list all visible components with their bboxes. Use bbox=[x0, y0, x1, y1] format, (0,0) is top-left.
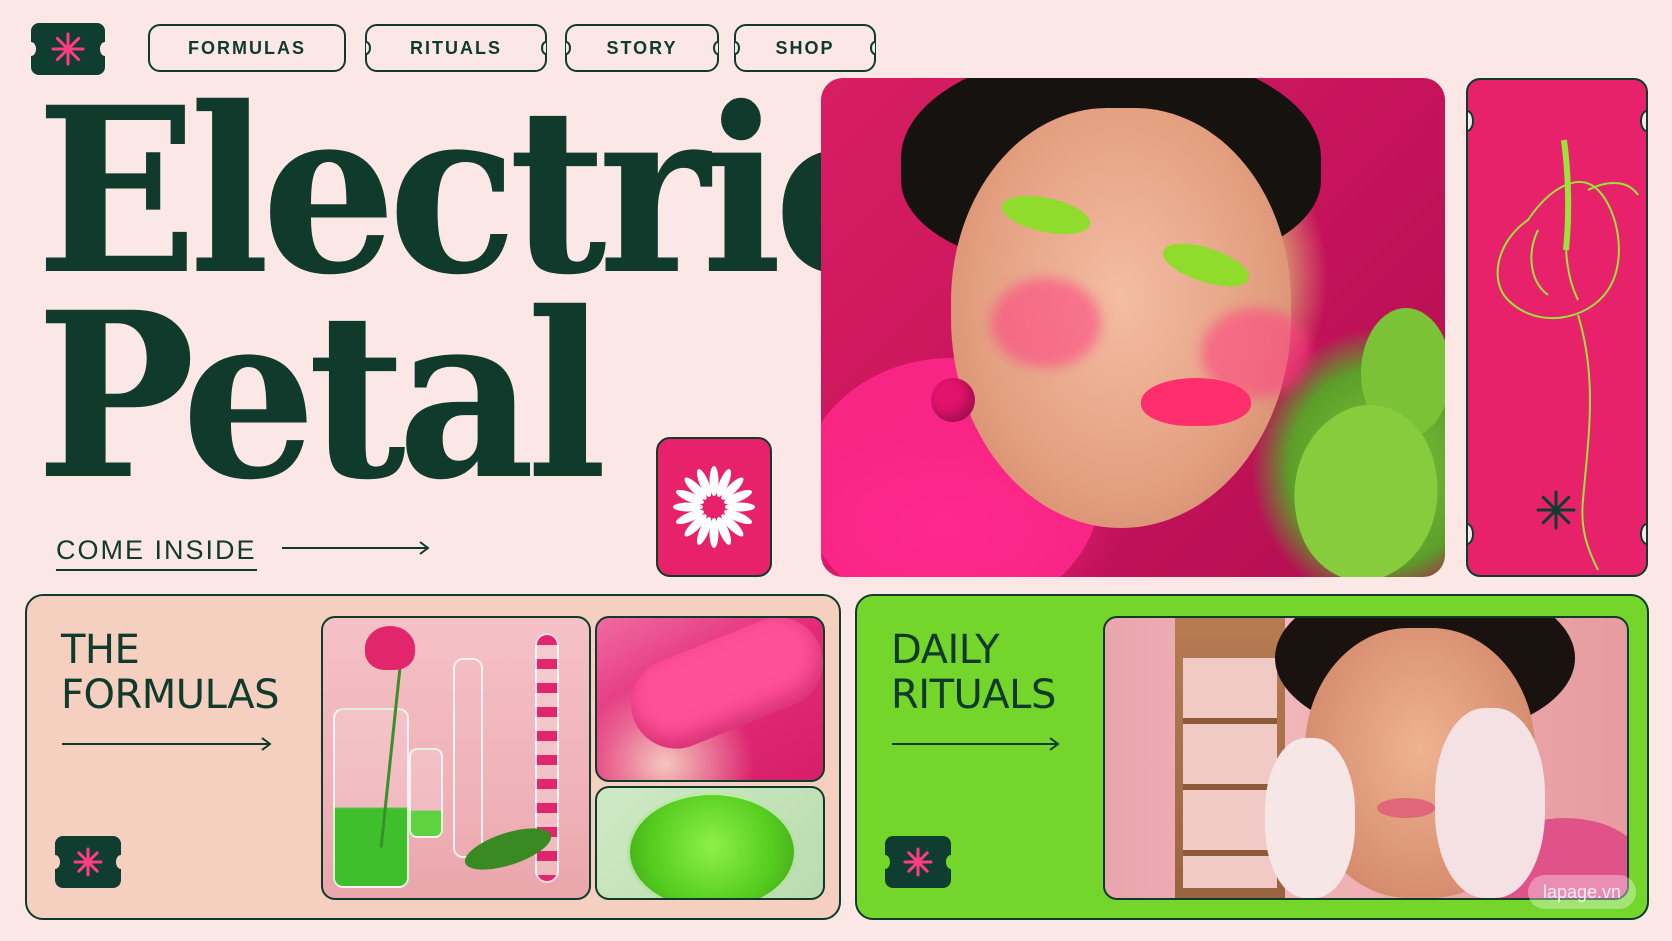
anthurium-ticket bbox=[1466, 78, 1648, 577]
rituals-badge bbox=[880, 836, 956, 888]
watermark: lapage.vn bbox=[1528, 875, 1636, 909]
arrow-right-icon[interactable] bbox=[892, 736, 1062, 752]
hero-portrait-image bbox=[821, 78, 1445, 577]
pink-balm-swatch-image bbox=[595, 616, 825, 782]
arrow-right-icon[interactable] bbox=[62, 736, 274, 752]
come-inside-link[interactable]: COME INSIDE bbox=[56, 535, 257, 571]
lab-glassware-image bbox=[321, 616, 591, 900]
face-washing-image bbox=[1103, 616, 1629, 900]
rituals-card-title: DAILY RITUALS bbox=[891, 627, 1056, 718]
flower-badge bbox=[656, 437, 772, 577]
asterisk-icon bbox=[1536, 490, 1576, 530]
asterisk-icon bbox=[73, 847, 103, 877]
asterisk-icon bbox=[903, 847, 933, 877]
formulas-card[interactable]: THE FORMULAS bbox=[25, 594, 841, 920]
green-gel-dish-image bbox=[595, 786, 825, 900]
flower-burst-icon bbox=[673, 466, 755, 548]
rituals-card[interactable]: DAILY RITUALS bbox=[855, 594, 1649, 920]
formulas-badge bbox=[50, 836, 126, 888]
arrow-right-icon bbox=[282, 541, 430, 555]
formulas-card-title: THE FORMULAS bbox=[61, 627, 280, 718]
